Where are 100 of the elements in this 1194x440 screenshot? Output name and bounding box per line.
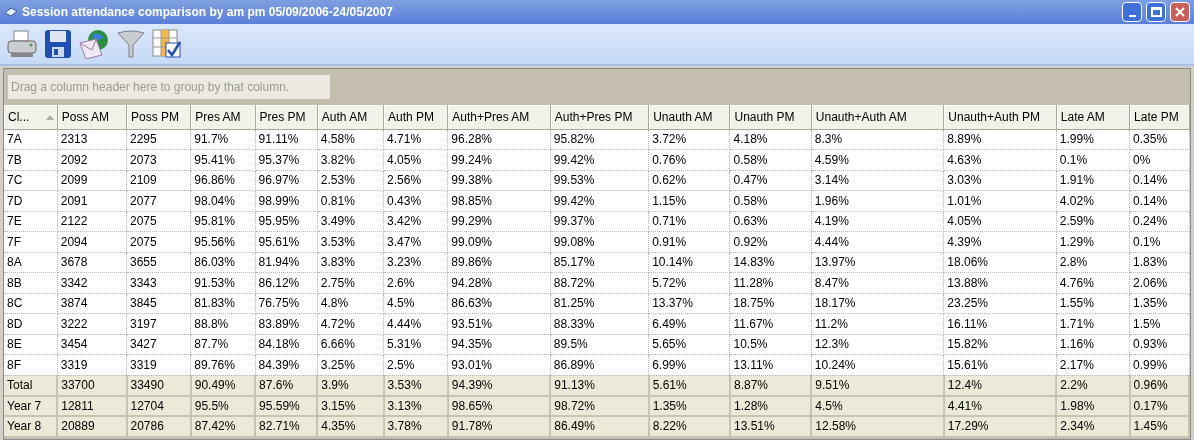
table-cell: 10.5% bbox=[729, 334, 812, 355]
table-cell: 3874 bbox=[57, 293, 127, 314]
table-cell: 87.6% bbox=[255, 375, 318, 396]
group-by-panel: Drag a column header here to group by that column. bbox=[8, 75, 330, 99]
row-label-cell: 8A bbox=[4, 252, 58, 273]
column-header[interactable]: Unauth+Auth PM bbox=[944, 105, 1056, 129]
row-label-cell: Year 8 bbox=[4, 416, 58, 437]
table-cell: 18.06% bbox=[943, 252, 1057, 273]
table-cell: 4.19% bbox=[811, 211, 944, 232]
table-cell: 13.37% bbox=[648, 293, 730, 314]
table-cell: 1.35% bbox=[1129, 293, 1189, 314]
table-cell: 12.3% bbox=[811, 334, 944, 355]
filter-icon[interactable] bbox=[116, 29, 146, 59]
maximize-button[interactable] bbox=[1146, 2, 1166, 22]
table-cell: 82.71% bbox=[255, 416, 318, 437]
table-cell: 2.53% bbox=[317, 170, 384, 191]
table-cell: 99.37% bbox=[550, 211, 649, 232]
table-cell: 96.86% bbox=[190, 170, 256, 191]
table-cell: 4.18% bbox=[729, 129, 812, 150]
column-header[interactable]: Late AM bbox=[1056, 105, 1130, 129]
table-cell: 20786 bbox=[126, 416, 191, 437]
column-header[interactable]: Pres AM bbox=[191, 105, 255, 129]
table-cell: 86.49% bbox=[550, 416, 649, 437]
close-button[interactable] bbox=[1170, 2, 1190, 22]
table-cell: 8.3% bbox=[811, 129, 944, 150]
table-cell: 3655 bbox=[126, 252, 191, 273]
table-cell: 99.53% bbox=[550, 170, 649, 191]
column-header[interactable]: Cl... bbox=[4, 105, 57, 129]
table-cell: 0.24% bbox=[1129, 211, 1189, 232]
row-label-cell: Total bbox=[4, 375, 58, 396]
table-cell: 99.38% bbox=[447, 170, 551, 191]
table-cell: 0.62% bbox=[648, 170, 730, 191]
table-cell: 86.03% bbox=[190, 252, 256, 273]
column-header[interactable]: Unauth+Auth AM bbox=[811, 105, 944, 129]
table-cell: 10.14% bbox=[648, 252, 730, 273]
table-cell: 89.86% bbox=[447, 252, 551, 273]
table-cell: 1.99% bbox=[1056, 129, 1130, 150]
table-cell: 2295 bbox=[126, 129, 191, 150]
table-cell: 20889 bbox=[57, 416, 127, 437]
table-cell: 0.14% bbox=[1129, 170, 1189, 191]
row-label-cell: 7A bbox=[4, 129, 58, 150]
table-cell: 2.34% bbox=[1056, 416, 1130, 437]
row-label-cell: 7C bbox=[4, 170, 58, 191]
table-cell: 4.8% bbox=[317, 293, 384, 314]
table-cell: 96.28% bbox=[447, 129, 551, 150]
column-chooser-icon[interactable] bbox=[152, 29, 182, 59]
table-cell: 0.63% bbox=[729, 211, 812, 232]
column-header[interactable]: Unauth PM bbox=[730, 105, 811, 129]
printer-icon[interactable] bbox=[6, 29, 38, 59]
table-cell: 85.17% bbox=[550, 252, 649, 273]
table-cell: 8.89% bbox=[943, 129, 1057, 150]
table-cell: 5.61% bbox=[648, 375, 730, 396]
mail-globe-icon[interactable] bbox=[78, 29, 110, 59]
table-cell: 4.58% bbox=[317, 129, 384, 150]
table-cell: 96.97% bbox=[255, 170, 318, 191]
table-cell: 84.18% bbox=[255, 334, 318, 355]
column-header[interactable]: Auth PM bbox=[384, 105, 448, 129]
table-cell: 1.91% bbox=[1056, 170, 1130, 191]
table-cell: 14.83% bbox=[729, 252, 812, 273]
table-cell: 3678 bbox=[57, 252, 127, 273]
table-cell: 3.03% bbox=[943, 170, 1057, 191]
table-cell: 2.8% bbox=[1056, 252, 1130, 273]
table-cell: 8.87% bbox=[729, 375, 812, 396]
table-cell: 18.17% bbox=[811, 293, 944, 314]
table-cell: 90.49% bbox=[190, 375, 256, 396]
table-cell: 95.82% bbox=[550, 129, 649, 150]
table-cell: 4.35% bbox=[317, 416, 384, 437]
column-header[interactable]: Auth AM bbox=[317, 105, 384, 129]
row-label-cell: 8C bbox=[4, 293, 58, 314]
table-cell: 2.59% bbox=[1056, 211, 1130, 232]
table-cell: 3.49% bbox=[317, 211, 384, 232]
save-icon[interactable] bbox=[44, 29, 72, 59]
table-cell: 13.51% bbox=[729, 416, 812, 437]
table-cell: 81.94% bbox=[255, 252, 318, 273]
table-cell: 4.05% bbox=[943, 211, 1057, 232]
table-cell: 91.7% bbox=[190, 129, 256, 150]
table-cell: 2313 bbox=[57, 129, 127, 150]
table-cell: 2075 bbox=[126, 211, 191, 232]
window-title: Session attendance comparison by am pm 05/09/2006-24/05/2007 bbox=[22, 4, 394, 21]
column-header[interactable]: Poss PM bbox=[127, 105, 191, 129]
table-cell: 4.71% bbox=[383, 129, 448, 150]
column-header[interactable]: Pres PM bbox=[255, 105, 317, 129]
table-cell: 89.5% bbox=[550, 334, 649, 355]
table-cell: 0.35% bbox=[1129, 129, 1189, 150]
minimize-button[interactable] bbox=[1122, 2, 1142, 22]
table-cell: 1.45% bbox=[1129, 416, 1189, 437]
column-header[interactable]: Late PM bbox=[1130, 105, 1189, 129]
column-header[interactable]: Auth+Pres PM bbox=[550, 105, 649, 129]
column-header[interactable]: Poss AM bbox=[57, 105, 126, 129]
table-cell: 81.83% bbox=[190, 293, 256, 314]
table-cell: 3845 bbox=[126, 293, 191, 314]
table-cell: 87.42% bbox=[190, 416, 256, 437]
table-cell: 95.81% bbox=[190, 211, 256, 232]
column-header[interactable]: Auth+Pres AM bbox=[448, 105, 550, 129]
table-cell: 3.9% bbox=[317, 375, 384, 396]
table-cell: 2099 bbox=[57, 170, 127, 191]
table-cell: 76.75% bbox=[255, 293, 318, 314]
column-header[interactable]: Unauth AM bbox=[649, 105, 730, 129]
table-cell: 2122 bbox=[57, 211, 127, 232]
table-cell: 18.75% bbox=[729, 293, 812, 314]
